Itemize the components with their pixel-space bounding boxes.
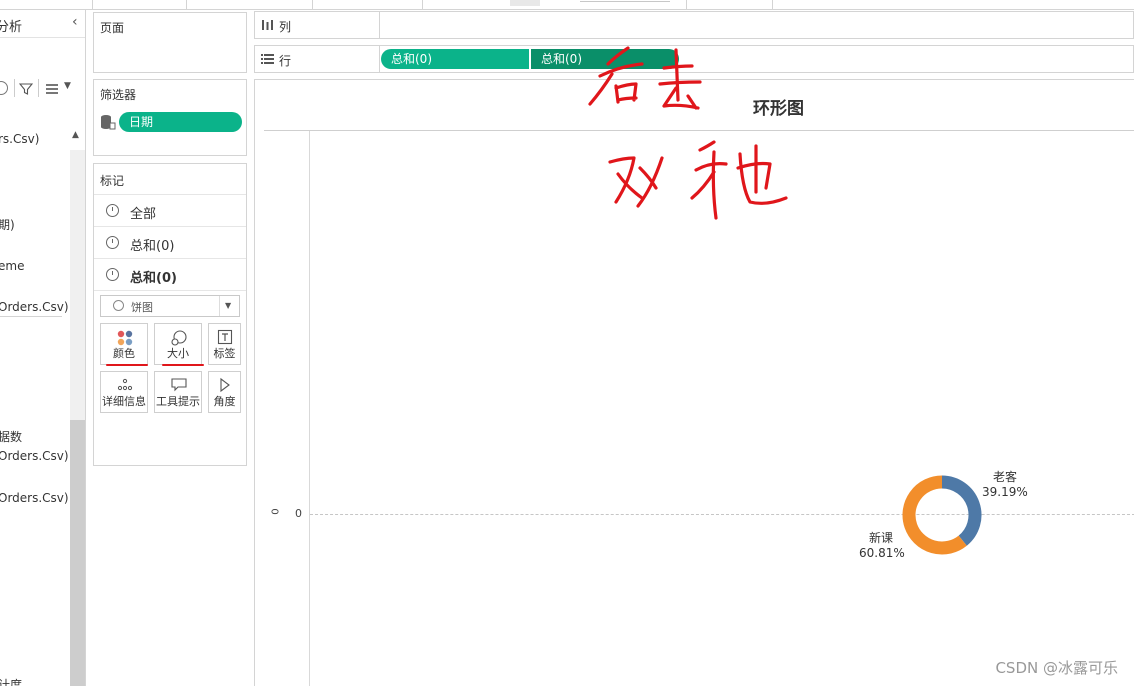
y-axis-line (309, 131, 310, 686)
rows-pill-sum-1[interactable]: 总和(0) (381, 49, 529, 69)
top-toolbar-strip (0, 0, 1134, 10)
annotation-underline (106, 364, 148, 366)
marks-row-sum-1[interactable]: 总和(0) (94, 226, 246, 258)
color-button[interactable]: 颜色 (100, 323, 148, 365)
size-button-label: 大小 (167, 347, 189, 360)
donut-chart[interactable] (900, 473, 984, 557)
marks-card: 标记 全部 总和(0) 总和(0) 饼图 ▼ 颜色 大小 标签 详细信息 工具提… (93, 163, 247, 466)
data-pane: 分析 ‹ ▼ ▲ rs.Csv) 期) eme Orders.Csv) 据数 O… (0, 10, 86, 686)
mark-type-select[interactable]: 饼图 ▼ (100, 295, 240, 317)
pie-clock-icon (106, 236, 119, 249)
filter-icon[interactable] (19, 82, 33, 96)
pages-card-title: 页面 (100, 21, 125, 35)
toolbar-separator (422, 0, 423, 9)
pie-icon (113, 300, 124, 311)
slice-label-name: 老客 (993, 470, 1018, 484)
section-divider (0, 316, 62, 317)
toolbar-field[interactable] (580, 0, 670, 2)
toolbar-divider (14, 79, 15, 97)
detail-button[interactable]: 详细信息 (100, 371, 148, 413)
filter-pill-date[interactable]: 日期 (119, 112, 242, 132)
scroll-up-icon[interactable]: ▲ (72, 130, 79, 140)
pie-clock-icon (106, 204, 119, 217)
marks-row-sum-2[interactable]: 总和(0) (94, 258, 246, 290)
database-icon (101, 115, 116, 130)
toolbar-separator (186, 0, 187, 9)
text-label-icon (217, 329, 233, 345)
donut-slice-1[interactable] (902, 475, 967, 555)
tooltip-button[interactable]: 工具提示 (154, 371, 202, 413)
field-item[interactable]: 计度 (0, 676, 22, 686)
angle-button[interactable]: 角度 (208, 371, 241, 413)
marks-row-label: 全部 (130, 207, 157, 222)
angle-icon (220, 377, 230, 393)
angle-button-label: 角度 (213, 395, 236, 408)
chevron-down-icon[interactable]: ▼ (64, 81, 71, 91)
scrollbar-thumb[interactable] (70, 420, 85, 686)
marks-row-label: 总和(0) (130, 239, 175, 254)
color-button-label: 颜色 (113, 347, 135, 360)
data-pane-header: 分析 ‹ (0, 10, 85, 38)
shelf-divider (379, 12, 380, 38)
marks-row-all[interactable]: 全部 (94, 194, 246, 226)
toolbar-button[interactable] (510, 0, 540, 6)
detail-dots-icon (117, 378, 133, 391)
donut-slice-0[interactable] (941, 475, 982, 546)
columns-icon (262, 20, 273, 30)
detail-button-label: 详细信息 (102, 395, 146, 408)
watermark: CSDN @冰露可乐 (995, 659, 1118, 677)
y-axis-tick: 0 (295, 507, 302, 520)
field-item[interactable]: Orders.Csv) (0, 449, 69, 463)
label-button-label: 标签 (213, 347, 236, 360)
label-button[interactable]: 标签 (208, 323, 241, 365)
filters-card[interactable]: 筛选器 日期 (93, 79, 247, 156)
zero-line (310, 514, 1134, 515)
dropdown-divider (219, 296, 220, 316)
pie-clock-icon (106, 268, 119, 281)
data-pane-title: 分析 (0, 20, 23, 35)
mark-type-value: 饼图 (131, 301, 153, 314)
toolbar-divider (38, 79, 39, 97)
toolbar-separator (686, 0, 687, 9)
field-item[interactable]: Orders.Csv) (0, 491, 69, 505)
tooltip-button-label: 工具提示 (156, 395, 200, 408)
handwritten-annotation: 右击 双轴 (588, 46, 788, 220)
columns-shelf[interactable]: 列 (254, 11, 1134, 39)
field-item[interactable]: rs.Csv) (0, 132, 39, 146)
size-button[interactable]: 大小 (154, 323, 202, 365)
shelf-divider (379, 46, 380, 72)
search-icon[interactable] (0, 81, 8, 95)
y-axis-title: 0 (270, 508, 282, 515)
field-item[interactable]: 据数 (0, 428, 22, 445)
rows-icon (261, 54, 274, 64)
rows-shelf-label: 行 (279, 54, 292, 68)
columns-shelf-label: 列 (279, 20, 292, 34)
annotation-underline (162, 364, 204, 366)
marks-row-label: 总和(0) (130, 271, 177, 286)
field-item[interactable]: 期) (0, 216, 15, 233)
chevron-down-icon[interactable]: ▼ (225, 301, 231, 310)
slice-label-percent: 39.19% (982, 485, 1028, 499)
view-list-icon[interactable] (45, 83, 59, 95)
pages-card[interactable]: 页面 (93, 12, 247, 73)
toolbar-separator (772, 0, 773, 9)
field-item[interactable]: eme (0, 259, 24, 273)
slice-label-percent: 60.81% (859, 546, 905, 560)
toolbar-separator (92, 0, 93, 9)
slice-label-name: 新课 (869, 531, 894, 545)
field-item[interactable]: Orders.Csv) (0, 300, 69, 314)
marks-divider (94, 290, 246, 291)
data-pane-toolbar: ▼ (0, 78, 85, 100)
toolbar-separator (312, 0, 313, 9)
marks-card-title: 标记 (100, 174, 125, 188)
tooltip-bubble-icon (171, 378, 187, 392)
filters-card-title: 筛选器 (100, 88, 137, 102)
collapse-icon[interactable]: ‹ (72, 14, 78, 30)
